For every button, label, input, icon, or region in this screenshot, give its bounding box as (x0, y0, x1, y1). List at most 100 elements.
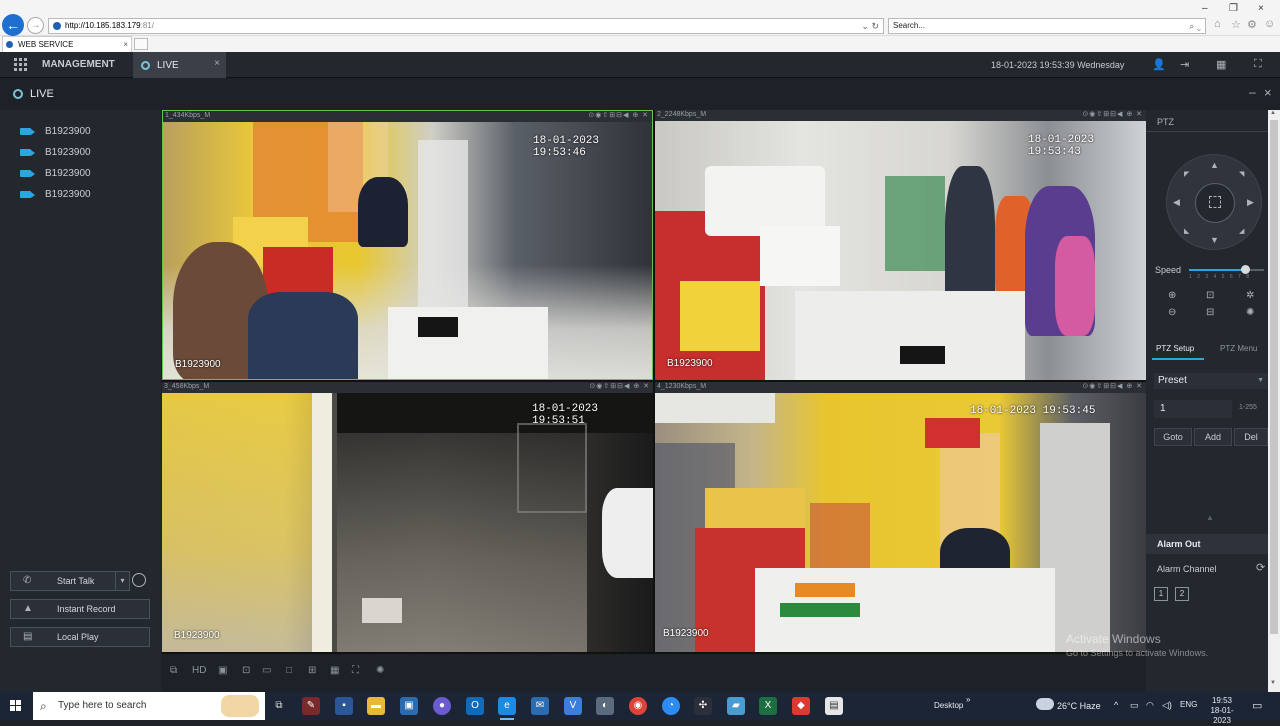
ptz-up-left-icon[interactable]: ◤ (1184, 170, 1189, 178)
window-split-icon[interactable]: ⧉ (170, 665, 177, 676)
favorites-star-icon[interactable]: ☆ (1231, 18, 1241, 31)
app-icon[interactable]: ● (433, 697, 451, 715)
speed-slider[interactable] (1189, 265, 1264, 274)
preset-dropdown[interactable]: Preset ▼ (1154, 373, 1268, 389)
desktop-toolbar-label[interactable]: Desktop (934, 701, 963, 710)
minimize-window-button[interactable]: – (1202, 3, 1208, 14)
aspect-ratio-icon[interactable]: ▣ (218, 665, 227, 676)
tab-live-close-icon[interactable]: × (214, 58, 220, 69)
app-icon[interactable]: ◐ (596, 697, 614, 715)
tab-ptz-menu[interactable]: PTZ Menu (1220, 344, 1257, 353)
file-explorer-icon[interactable]: ▬ (367, 697, 385, 715)
fit-icon[interactable]: ⊡ (242, 665, 250, 676)
tile-tools-icon[interactable]: ⊙◉⇧⊞⊟◀ ⊕ ✕ (588, 111, 649, 119)
fullscreen-icon[interactable]: ⛶ (1254, 58, 1262, 71)
scroll-up-icon[interactable]: ▲ (1270, 110, 1276, 116)
user-icon[interactable]: 👤 (1152, 58, 1166, 71)
zoom-in-icon[interactable]: ⊕ (1168, 290, 1176, 301)
video-tile-2[interactable]: 2_2248Kbps_M ⊙◉⇧⊞⊟◀ ⊕ ✕ 18-01-2023 19:53… (655, 110, 1146, 380)
logout-icon[interactable]: ⇥ (1180, 58, 1189, 71)
app-icon[interactable]: ◆ (792, 697, 810, 715)
minimize-panel-icon[interactable]: – (1249, 85, 1256, 99)
outlook-icon[interactable]: O (466, 697, 484, 715)
weather-cloud-icon[interactable] (1036, 698, 1054, 710)
store-icon[interactable]: ▣ (400, 697, 418, 715)
ptz-down-right-icon[interactable]: ◢ (1239, 227, 1244, 235)
page-scrollbar[interactable]: ▲ ▼ (1268, 110, 1280, 692)
restore-window-button[interactable]: ❐ (1229, 3, 1238, 14)
ptz-down-icon[interactable]: ▼ (1210, 235, 1219, 245)
scrollbar-thumb[interactable] (1270, 120, 1278, 634)
scroll-down-icon[interactable]: ▼ (1270, 680, 1276, 686)
forward-button[interactable]: → (27, 17, 44, 34)
weather-widget[interactable]: 26°C Haze (1057, 701, 1101, 711)
internet-explorer-icon[interactable]: e (498, 697, 516, 720)
goto-button[interactable]: Goto (1154, 428, 1192, 446)
address-bar[interactable]: http://10.185.183.179:81/ ⌄ ↻ (48, 18, 884, 34)
start-talk-button[interactable]: ✆ Start Talk ▾ (10, 571, 130, 591)
chevron-up-icon[interactable]: ^ (1114, 700, 1118, 710)
fullscreen-grid-icon[interactable]: ⛶ (352, 665, 359, 676)
clock[interactable]: 19:53 18-01-2023 (1204, 696, 1240, 726)
talk-status-icon[interactable] (132, 573, 146, 587)
app-icon[interactable]: ▪ (335, 697, 353, 715)
ptz-left-icon[interactable]: ◀ (1173, 197, 1180, 208)
management-nav[interactable]: MANAGEMENT (42, 59, 115, 70)
stream-icon[interactable]: ▭ (262, 665, 271, 676)
ptz-down-left-icon[interactable]: ◣ (1184, 227, 1189, 235)
tile-tools-icon[interactable]: ⊙◉⇧⊞⊟◀ ⊕ ✕ (1082, 382, 1143, 390)
tab-live[interactable]: LIVE × (133, 52, 226, 78)
home-icon[interactable]: ⌂ (1214, 18, 1221, 30)
preset-number-input[interactable]: 1 (1154, 400, 1232, 418)
task-view-icon[interactable]: ⧉ (270, 697, 288, 715)
grid-menu-icon[interactable] (14, 58, 28, 72)
layout-1-icon[interactable]: □ (286, 665, 292, 676)
add-button[interactable]: Add (1194, 428, 1232, 446)
app-icon[interactable]: ▤ (825, 697, 843, 715)
ptz-direction-pad[interactable]: ▲ ▼ ◀ ▶ ◤ ◥ ◣ ◢ (1166, 154, 1262, 250)
focus-near-icon[interactable]: ⊡ (1206, 290, 1214, 301)
tile-tools-icon[interactable]: ⊙◉⇧⊞⊟◀ ⊕ ✕ (589, 382, 650, 390)
zoom-out-icon[interactable]: ⊖ (1168, 307, 1176, 318)
notification-icon[interactable]: ▭ (1252, 699, 1262, 712)
hd-toggle[interactable]: HD (192, 665, 206, 676)
mail-icon[interactable]: ✉ (531, 697, 549, 715)
refresh-icon[interactable]: ⌄ ↻ (861, 19, 879, 33)
close-window-button[interactable]: × (1258, 3, 1264, 14)
delete-button[interactable]: Del (1234, 428, 1268, 446)
app-icon[interactable]: ▰ (727, 697, 745, 715)
alarm-channel-1-button[interactable]: 1 (1154, 587, 1168, 601)
wifi-icon[interactable]: ◠ (1146, 700, 1154, 711)
app-icon[interactable]: ✎ (302, 697, 320, 715)
tab-ptz-setup[interactable]: PTZ Setup (1156, 344, 1194, 353)
ptz-up-right-icon[interactable]: ◥ (1239, 170, 1244, 178)
new-tab-button[interactable] (134, 38, 148, 50)
iris-close-icon[interactable]: ✺ (1246, 307, 1254, 318)
slack-icon[interactable]: ✣ (694, 697, 712, 715)
network-icon[interactable]: ▭ (1130, 700, 1139, 711)
excel-icon[interactable]: X (759, 697, 777, 715)
local-play-button[interactable]: ▤ Local Play (10, 627, 150, 647)
back-button[interactable]: ← (2, 14, 24, 36)
focus-far-icon[interactable]: ⊟ (1206, 307, 1214, 318)
layout-icon[interactable]: ▦ (1216, 58, 1226, 71)
talk-dropdown-icon[interactable]: ▾ (115, 572, 129, 590)
layout-9-icon[interactable]: ▦ (330, 665, 339, 676)
language-indicator[interactable]: ENG (1180, 700, 1197, 709)
ptz-3d-zoom-button[interactable] (1195, 183, 1235, 223)
smiley-feedback-icon[interactable]: ☺ (1264, 18, 1275, 30)
layout-4-icon[interactable]: ⊞ (308, 665, 316, 676)
windows-start-icon[interactable] (10, 700, 22, 712)
chrome-icon[interactable]: ◉ (629, 697, 647, 715)
close-panel-icon[interactable]: × (1264, 85, 1272, 100)
video-tile-3[interactable]: 3_458Kbps_M ⊙◉⇧⊞⊟◀ ⊕ ✕ 18-01-2023 19:53:… (162, 382, 653, 652)
adjust-icon[interactable]: ✺ (376, 665, 384, 676)
browser-tab[interactable]: WEB SERVICE × (2, 36, 132, 52)
app-icon[interactable]: ◔ (662, 697, 680, 715)
browser-search-input[interactable]: Search... ⌕ ⌄ (888, 18, 1206, 34)
app-icon[interactable]: V (564, 697, 582, 715)
instant-record-button[interactable]: ▲ Instant Record (10, 599, 150, 619)
refresh-icon[interactable]: ⟳ (1256, 561, 1265, 574)
settings-gear-icon[interactable]: ⚙ (1247, 18, 1257, 31)
taskbar-search-input[interactable]: ⌕ Type here to search (33, 692, 265, 720)
